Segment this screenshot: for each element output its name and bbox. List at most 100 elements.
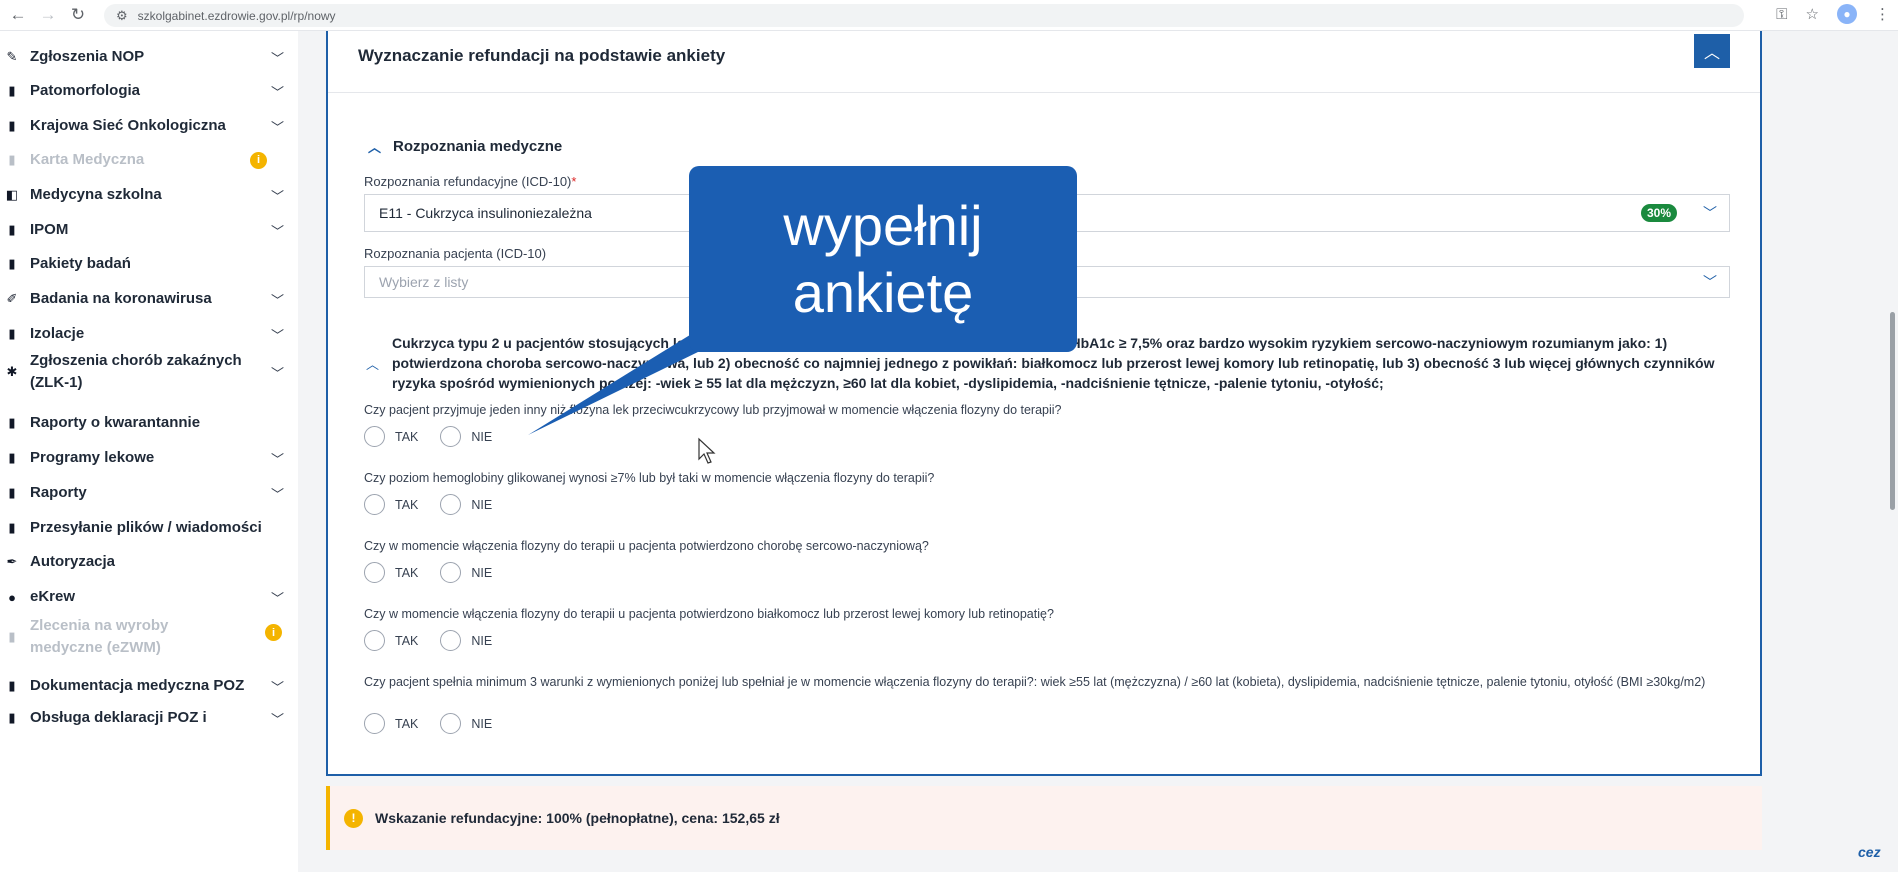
chevron-down-icon: ﹀ [1703,274,1717,290]
sidebar-item[interactable]: ▮ Programy lekowe ﹀ [0,447,298,469]
chevron-down-icon: ﹀ [270,590,284,606]
sidebar-item-label: IPOM [30,221,69,239]
info-icon[interactable]: i [265,624,282,641]
survey-question: Czy poziom hemoglobiny glikowanej wynosi… [364,471,935,485]
chevron-down-icon: ﹀ [1703,205,1717,221]
callout-line-2: ankietę [792,261,974,324]
patient-diagnosis-placeholder: Wybierz z listy [379,274,469,290]
chevron-down-icon: ﹀ [270,50,284,66]
url-text: szkolgabinet.ezdrowie.gov.pl/rp/nowy [137,8,336,23]
document-icon: ▮ [8,520,16,535]
info-icon[interactable]: i [250,151,267,169]
chevron-down-icon: ﹀ [270,365,284,381]
chevron-up-icon: ︿ [1703,45,1720,62]
profile-avatar-icon[interactable]: ● [1837,4,1857,24]
sidebar-item-label: Raporty o kwarantannie [30,414,201,432]
callout-line-1: wypełnij [783,193,983,257]
survey-question: Czy w momencie włączenia flozyny do tera… [364,539,929,553]
radio-no[interactable] [440,713,462,734]
radio-yes[interactable] [364,494,385,515]
site-settings-icon[interactable]: ⚙ [116,8,128,24]
sidebar-item[interactable]: ✎ Zgłoszenia NOP ﹀ [0,46,298,68]
radio-no[interactable] [440,494,462,515]
sidebar-item[interactable]: ▮ Raporty ﹀ [0,482,298,504]
sidebar-item[interactable]: ● eKrew ﹀ [0,586,298,608]
page-scrollbar[interactable] [1890,312,1895,510]
sidebar-item[interactable]: ◧ Medycyna szkolna ﹀ [0,184,298,206]
sidebar-item: ▮ Karta Medyczna i [0,149,298,171]
menu-kebab-icon[interactable]: ⋮ [1875,5,1890,23]
document-icon: ▮ [8,710,16,725]
yes-no-radio-group: TAK NIE [364,630,514,651]
sidebar-item[interactable]: ▮ Przesyłanie plików / wiadomości [0,517,298,539]
panel-title: Wyznaczanie refundacji na podstawie anki… [358,46,726,65]
radio-no[interactable] [440,630,462,651]
sidebar-item-label: Patomorfologia [30,82,141,100]
sidebar-item[interactable]: ✐ Badania na koronawirusa ﹀ [0,288,298,310]
pen-icon: ✎ [6,49,18,64]
alert-text: Wskazanie refundacyjne: 100% (pełnopłatn… [375,810,780,826]
sidebar-item-label: Badania na koronawirusa [30,290,212,308]
clipboard-icon: ▮ [8,678,16,693]
section-toggle-medical-diagnoses[interactable]: ︿ Rozpoznania medyczne [368,137,562,156]
sidebar-item-label: Zgłoszenia chorób zakaźnych (ZLK-1) [30,352,242,391]
sidebar-item-label: Krajowa Sieć Onkologiczna [30,117,226,135]
document-icon: ▮ [8,256,16,271]
refund-diagnosis-value: E11 - Cukrzyca insulinoniezależna [379,205,592,221]
reload-icon[interactable]: ↻ [66,3,90,27]
chevron-down-icon: ﹀ [270,327,284,343]
yes-no-radio-group: TAK NIE [364,713,514,734]
bookmark-star-icon[interactable]: ☆ [1806,5,1819,23]
sidebar-item-label: Programy lekowe [30,449,155,467]
sidebar-item[interactable]: ▮ IPOM ﹀ [0,219,298,241]
clipboard-icon: ▮ [8,450,16,465]
refund-diagnosis-label-text: Rozpoznania refundacyjne (ICD-10) [364,174,572,189]
survey-question: Czy pacjent spełnia minimum 3 warunki z … [364,675,1706,689]
sidebar-item-label: Pakiety badań [30,255,131,273]
radio-no[interactable] [440,562,462,583]
radio-no-label: NIE [471,716,493,731]
warning-icon: ! [344,808,363,828]
yes-no-radio-group: TAK NIE [364,562,514,583]
syringe-icon: ✐ [6,291,18,306]
radio-yes[interactable] [364,630,385,651]
browser-toolbar: ← → ↻ ⚙ szkolgabinet.ezdrowie.gov.pl/rp/… [0,0,1898,31]
sidebar-item-label: eKrew [30,588,76,606]
mouse-cursor-icon [698,437,716,464]
sidebar-item[interactable]: ✱ Zgłoszenia chorób zakaźnych (ZLK-1) ﹀ [0,349,298,395]
chevron-down-icon: ﹀ [270,679,284,695]
sidebar-item[interactable]: ▮ Patomorfologia ﹀ [0,80,298,102]
sidebar-item[interactable]: ▮ Pakiety badań [0,253,298,275]
sidebar-item-label: Przesyłanie plików / wiadomości [30,519,262,537]
chevron-down-icon: ﹀ [270,84,284,100]
chevron-down-icon: ﹀ [270,711,284,727]
sidebar-item[interactable]: ▮ Krajowa Sieć Onkologiczna ﹀ [0,115,298,137]
radio-no-label: NIE [471,497,493,512]
group-collapse-icon[interactable]: ︿ [366,354,379,373]
clipboard-icon: ▮ [8,485,16,500]
sidebar-item[interactable]: ▮ Dokumentacja medyczna POZ ﹀ [0,675,298,697]
collapse-panel-button[interactable]: ︿ [1694,34,1730,68]
sidebar: ✎ Zgłoszenia NOP ﹀ ▮ Patomorfologia ﹀ ▮ Krajowa… [0,31,298,872]
sidebar-item: ▮ Zlecenia na wyroby medyczne (eZWM) i [0,614,298,660]
sidebar-item[interactable]: ▮ Obsługa deklaracji POZ i ﹀ [0,703,298,733]
clipboard-icon: ▮ [8,118,16,133]
chevron-up-icon: ︿ [368,140,382,155]
key-icon[interactable]: ⚿ [1776,6,1787,23]
cez-logo: cez [1858,844,1881,860]
radio-yes[interactable] [364,426,385,447]
forward-icon[interactable]: → [36,3,60,27]
radio-yes[interactable] [364,562,385,583]
back-icon[interactable]: ← [6,3,30,27]
sidebar-item[interactable]: ▮ Izolacje ﹀ [0,323,298,345]
radio-no-label: NIE [471,633,493,648]
clipboard-icon: ▮ [8,83,16,98]
address-bar[interactable]: ⚙ szkolgabinet.ezdrowie.gov.pl/rp/nowy [104,4,1744,27]
radio-yes[interactable] [364,713,385,734]
sidebar-item[interactable]: ▮ Raporty o kwarantannie [0,412,298,434]
section-title: Rozpoznania medyczne [393,138,563,155]
sidebar-item[interactable]: ✒ Autoryzacja [0,551,298,573]
radio-no[interactable] [440,426,462,447]
refund-indication-alert: ! Wskazanie refundacyjne: 100% (pełnopła… [326,786,1762,850]
document-icon: ▮ [8,415,16,430]
